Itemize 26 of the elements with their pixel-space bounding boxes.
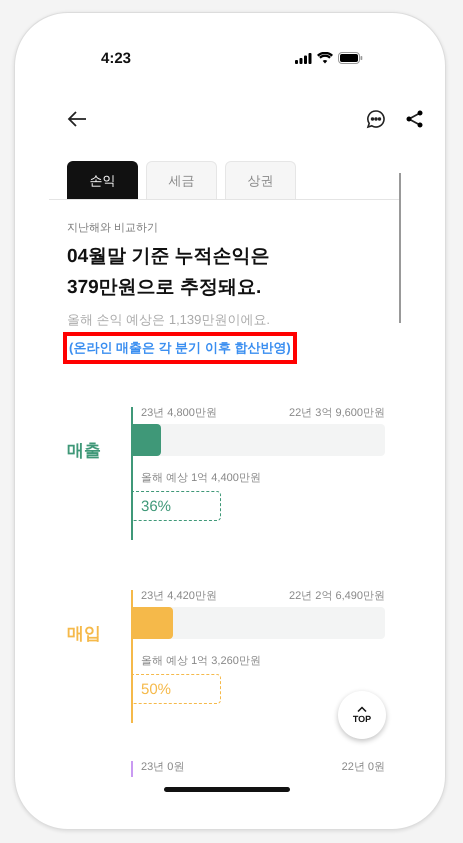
last-year-value: 22년 3억 9,600만원 — [289, 407, 385, 420]
note-text: (온라인 매출은 각 분기 이후 합산반영) — [63, 332, 297, 364]
signal-icon — [295, 52, 312, 64]
metric-label: 매출 — [67, 440, 102, 462]
tab[interactable]: 손익 — [67, 161, 138, 199]
section-caption: 지난해와 비교하기 — [67, 221, 160, 235]
summary-text: 올해 손익 예상은 1,139만원이에요. — [67, 312, 271, 328]
chat-icon[interactable] — [366, 109, 386, 129]
this-year-value: 23년 0원 — [141, 761, 184, 774]
metric-label: 매입 — [67, 623, 102, 645]
headline: 04월말 기준 누적손익은 379만원으로 추정돼요. — [67, 245, 271, 300]
forecast-text: 올해 예상 1억 4,400만원 — [141, 472, 262, 485]
scroll-top-button[interactable]: TOP — [338, 691, 386, 739]
caret-up-icon — [357, 706, 367, 712]
this-year-value: 23년 4,800만원 — [141, 407, 217, 420]
last-year-value: 22년 2억 6,490만원 — [289, 590, 385, 603]
forecast-text: 올해 예상 1억 3,260만원 — [141, 655, 262, 668]
this-year-value: 23년 4,420만원 — [141, 590, 217, 603]
percent-box: 50% — [131, 674, 221, 704]
status-time: 4:23 — [101, 50, 132, 66]
wifi-icon — [317, 52, 333, 64]
battery-icon — [338, 52, 363, 64]
last-year-value: 22년 0원 — [342, 761, 385, 774]
share-icon[interactable] — [406, 110, 423, 128]
percent-box: 36% — [131, 491, 221, 521]
back-arrow-icon[interactable] — [67, 111, 87, 127]
